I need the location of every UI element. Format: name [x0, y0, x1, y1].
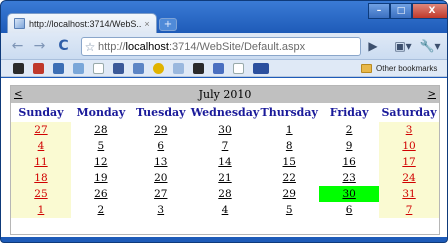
calendar-day[interactable]: 16 — [319, 154, 379, 170]
url-host: localhost — [125, 40, 169, 53]
back-button[interactable]: ← — [9, 38, 26, 55]
calendar-day[interactable]: 28 — [71, 122, 131, 138]
calendar-day[interactable]: 7 — [191, 138, 260, 154]
tab-close-icon[interactable]: × — [141, 19, 153, 29]
browser-toolbar: ← → C ☆ http:// localhost :3714/WebSite/… — [1, 33, 447, 60]
day-header-sunday: Sunday — [18, 106, 64, 119]
calendar-day[interactable]: 27 — [131, 186, 191, 202]
url-scheme: http:// — [98, 40, 126, 53]
reload-button[interactable]: C — [55, 38, 72, 55]
maximize-button[interactable]: □ — [390, 3, 412, 19]
month-label: July 2010 — [198, 88, 252, 101]
calendar-day[interactable]: 13 — [131, 154, 191, 170]
page-icon — [14, 18, 25, 29]
calendar-day[interactable]: 1 — [259, 122, 319, 138]
forward-button[interactable]: → — [31, 38, 48, 55]
wrench-icon[interactable]: 🔧▾ — [419, 38, 441, 55]
day-header-tuesday: Tuesday — [135, 106, 186, 119]
calendar-day[interactable]: 29 — [131, 122, 191, 138]
calendar-title-bar: < July 2010 > — [11, 86, 439, 103]
calendar-day[interactable]: 19 — [71, 170, 131, 186]
calendar-day[interactable]: 11 — [11, 154, 71, 170]
calendar-day[interactable]: 15 — [259, 154, 319, 170]
next-month-link[interactable]: > — [425, 89, 439, 100]
calendar-day[interactable]: 8 — [259, 138, 319, 154]
minimize-button[interactable]: – — [368, 3, 390, 19]
other-bookmarks-button[interactable]: Other bookmarks — [361, 62, 437, 75]
page-content: < July 2010 > Sunday Monday Tuesday Wednesd… — [1, 78, 447, 237]
calendar-day[interactable]: 28 — [191, 186, 260, 202]
calendar-day[interactable]: 18 — [11, 170, 71, 186]
calendar-day[interactable]: 5 — [71, 138, 131, 154]
bookmark-9-icon[interactable] — [173, 63, 184, 74]
calendar-day[interactable]: 1 — [11, 202, 71, 218]
bookmark-4-icon[interactable] — [73, 63, 84, 74]
calendar-day[interactable]: 30 — [319, 186, 380, 202]
bookmark-12-icon[interactable] — [233, 63, 244, 74]
day-header-saturday: Saturday — [381, 106, 437, 119]
tab-strip: http://localhost:3714/WebS... × + – □ X — [1, 1, 447, 33]
prev-month-link[interactable]: < — [11, 89, 25, 100]
bookmark-10-icon[interactable] — [193, 63, 204, 74]
folder-icon — [361, 64, 372, 73]
bookmark-13-icon[interactable] — [253, 63, 269, 74]
go-icon[interactable]: ▶ — [366, 38, 380, 55]
calendar-day[interactable]: 27 — [11, 122, 71, 138]
bookmark-star-icon[interactable]: ☆ — [82, 40, 98, 54]
day-header-monday: Monday — [76, 106, 126, 119]
calendar-day[interactable]: 20 — [131, 170, 191, 186]
bookmark-11-icon[interactable] — [213, 63, 224, 74]
bookmark-7-icon[interactable] — [133, 63, 144, 74]
day-header-thursday: Thursday — [260, 106, 318, 119]
close-window-button[interactable]: X — [412, 3, 447, 19]
calendar-day[interactable]: 2 — [319, 122, 379, 138]
calendar-day[interactable]: 14 — [191, 154, 260, 170]
calendar-day[interactable]: 21 — [191, 170, 260, 186]
calendar-day[interactable]: 9 — [319, 138, 379, 154]
calendar-day[interactable]: 24 — [379, 170, 439, 186]
bookmarks-bar: Other bookmarks — [1, 60, 447, 77]
calendar-grid: Sunday Monday Tuesday Wednesday Thursday Frid… — [11, 103, 439, 218]
calendar-day[interactable]: 3 — [131, 202, 191, 218]
calendar: < July 2010 > Sunday Monday Tuesday Wednesd… — [10, 85, 440, 235]
address-bar[interactable]: ☆ http:// localhost :3714/WebSite/Defaul… — [81, 37, 361, 56]
calendar-day[interactable]: 25 — [11, 186, 71, 202]
calendar-day[interactable]: 4 — [191, 202, 260, 218]
bookmark-3-icon[interactable] — [53, 63, 64, 74]
calendar-day[interactable]: 23 — [319, 170, 379, 186]
facebook-icon[interactable] — [113, 63, 124, 74]
bookmark-1-icon[interactable] — [13, 63, 24, 74]
calendar-day[interactable]: 2 — [71, 202, 131, 218]
day-header-friday: Friday — [329, 106, 369, 119]
calendar-day[interactable]: 10 — [379, 138, 439, 154]
calendar-day[interactable]: 31 — [379, 186, 439, 202]
tab-title: http://localhost:3714/WebS... — [29, 18, 141, 29]
calendar-day[interactable]: 29 — [259, 186, 319, 202]
bookmark-8-icon[interactable] — [153, 63, 164, 74]
other-bookmarks-label: Other bookmarks — [376, 64, 438, 73]
calendar-day[interactable]: 6 — [319, 202, 379, 218]
calendar-day[interactable]: 3 — [379, 122, 439, 138]
bookmark-5-icon[interactable] — [93, 63, 104, 74]
browser-tab[interactable]: http://localhost:3714/WebS... × — [7, 13, 157, 33]
calendar-day[interactable]: 12 — [71, 154, 131, 170]
window-controls: – □ X — [368, 3, 447, 19]
bookmark-2-icon[interactable] — [33, 63, 44, 74]
new-tab-button[interactable]: + — [159, 18, 177, 31]
calendar-day[interactable]: 30 — [191, 122, 260, 138]
calendar-day[interactable]: 26 — [71, 186, 131, 202]
calendar-day[interactable]: 5 — [259, 202, 319, 218]
calendar-day[interactable]: 4 — [11, 138, 71, 154]
calendar-day[interactable]: 7 — [379, 202, 439, 218]
url-path: :3714/WebSite/Default.aspx — [168, 40, 306, 53]
calendar-day[interactable]: 6 — [131, 138, 191, 154]
browser-window: http://localhost:3714/WebS... × + – □ X … — [0, 0, 448, 243]
calendar-day[interactable]: 17 — [379, 154, 439, 170]
day-header-wednesday: Wednesday — [190, 106, 260, 119]
calendar-day[interactable]: 22 — [259, 170, 319, 186]
page-menu-icon[interactable]: ▣▾ — [393, 38, 413, 55]
